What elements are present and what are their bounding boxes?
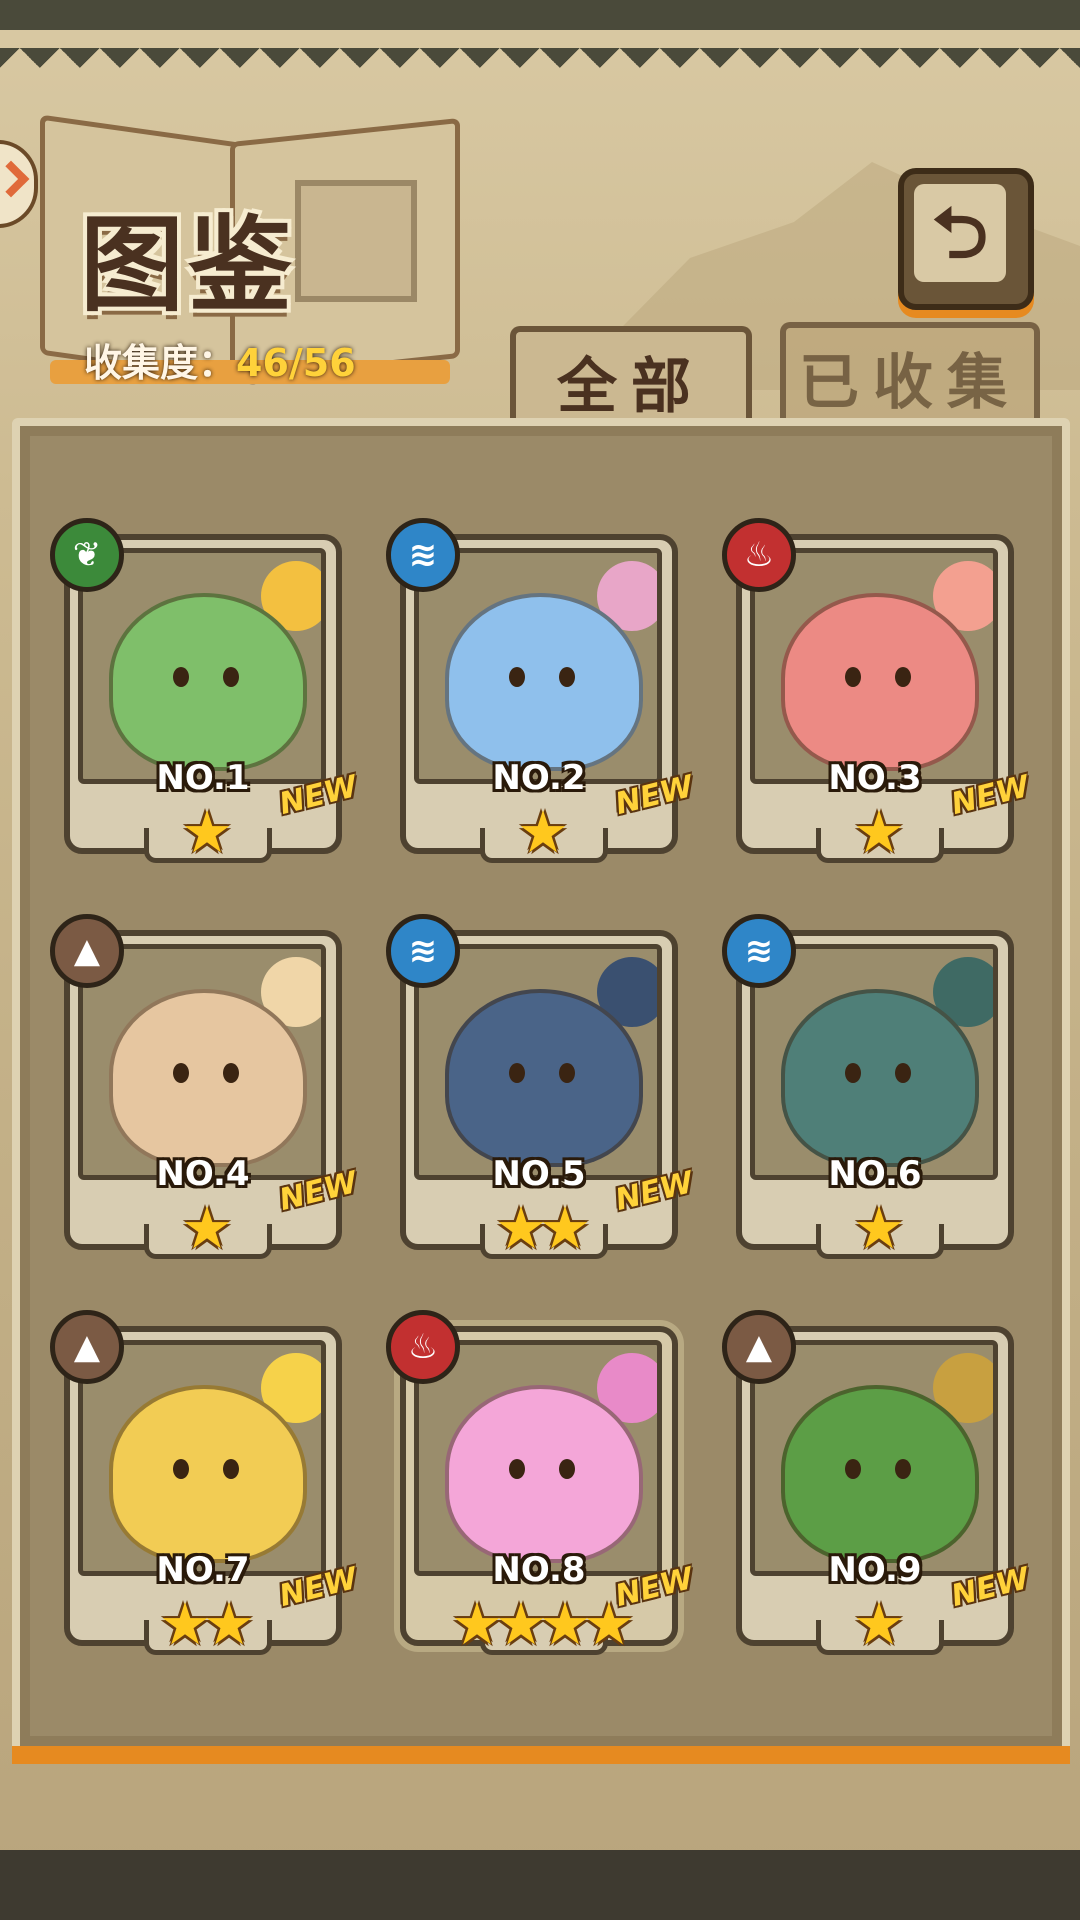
star-rating-icon: ★	[181, 1194, 233, 1262]
tab-collected[interactable]: 已收集	[780, 322, 1040, 432]
monster-portrait	[750, 548, 998, 784]
panel-bottom-edge	[12, 1746, 1070, 1764]
collection-progress: 收集度：46/56	[84, 332, 356, 387]
star-rating-icon: ★	[853, 1194, 905, 1262]
monster-eye	[223, 667, 239, 687]
star-rating-icon: ★	[181, 798, 233, 866]
monster-eye	[559, 667, 575, 687]
monster-eye	[845, 1063, 861, 1083]
monster-eye	[509, 667, 525, 687]
back-button[interactable]: ⮌	[898, 168, 1034, 310]
water-element-icon: ≋	[386, 914, 460, 988]
monster-eye	[223, 1459, 239, 1479]
monster-portrait	[414, 1340, 662, 1576]
monster-card[interactable]: NO.2 NEW ★ ≋	[386, 518, 697, 863]
monster-portrait	[414, 944, 662, 1180]
monster-eye	[559, 1063, 575, 1083]
star-rating-icon: ★	[853, 798, 905, 866]
fire-element-icon: ♨	[386, 1310, 460, 1384]
return-arrow-icon: ⮌	[914, 184, 1006, 282]
star-rating-icon: ★	[517, 798, 569, 866]
monster-eye	[173, 667, 189, 687]
monster-eye	[173, 1459, 189, 1479]
monster-card[interactable]: NO.7 NEW ★★ ▲	[50, 1310, 361, 1655]
monster-card[interactable]: NO.9 NEW ★ ▲	[722, 1310, 1033, 1655]
star-rating-icon: ★★★★	[451, 1590, 635, 1658]
star-rating-icon: ★★	[159, 1590, 255, 1658]
earth-element-icon: ▲	[722, 1310, 796, 1384]
star-rating-icon: ★	[853, 1590, 905, 1658]
monster-portrait	[414, 548, 662, 784]
water-element-icon: ≋	[722, 914, 796, 988]
monster-card[interactable]: NO.4 NEW ★ ▲	[50, 914, 361, 1259]
monster-eye	[845, 1459, 861, 1479]
monster-portrait	[78, 944, 326, 1180]
monster-eye	[223, 1063, 239, 1083]
monster-figure	[445, 1385, 643, 1563]
page-title: 图鉴	[80, 204, 297, 326]
bottom-border	[0, 1850, 1080, 1920]
monster-portrait	[78, 1340, 326, 1576]
star-rating-icon: ★★	[495, 1194, 591, 1262]
monster-eye	[173, 1063, 189, 1083]
monster-eye	[559, 1459, 575, 1479]
monster-eye	[845, 667, 861, 687]
earth-element-icon: ▲	[50, 914, 124, 988]
top-zigzag-edge	[0, 48, 1080, 88]
monster-figure	[109, 1385, 307, 1563]
card-number: NO.6	[828, 1154, 922, 1194]
monster-portrait	[750, 944, 998, 1180]
fire-element-icon: ♨	[722, 518, 796, 592]
monster-eye	[895, 1459, 911, 1479]
monster-eye	[509, 1063, 525, 1083]
monster-card[interactable]: NO.8 NEW ★★★★ ♨	[386, 1310, 697, 1655]
monster-figure	[109, 989, 307, 1167]
monster-figure	[445, 989, 643, 1167]
monster-portrait	[750, 1340, 998, 1576]
monster-card[interactable]: NO.6 ★ ≋	[722, 914, 1014, 1259]
monster-figure	[445, 593, 643, 771]
monster-figure	[781, 1385, 979, 1563]
collection-label: 收集度：	[84, 341, 237, 385]
earth-element-icon: ▲	[50, 1310, 124, 1384]
monster-eye	[895, 1063, 911, 1083]
monster-figure	[781, 593, 979, 771]
book-sketch	[295, 180, 417, 302]
monster-portrait	[78, 548, 326, 784]
water-element-icon: ≋	[386, 518, 460, 592]
monster-eye	[509, 1459, 525, 1479]
collection-value: 46/56	[236, 341, 356, 385]
monster-eye	[895, 667, 911, 687]
monster-card[interactable]: NO.1 NEW ★ ❦	[50, 518, 361, 863]
monster-figure	[109, 593, 307, 771]
plant-element-icon: ❦	[50, 518, 124, 592]
monster-card[interactable]: NO.5 NEW ★★ ≋	[386, 914, 697, 1259]
monster-card[interactable]: NO.3 NEW ★ ♨	[722, 518, 1033, 863]
monster-figure	[781, 989, 979, 1167]
